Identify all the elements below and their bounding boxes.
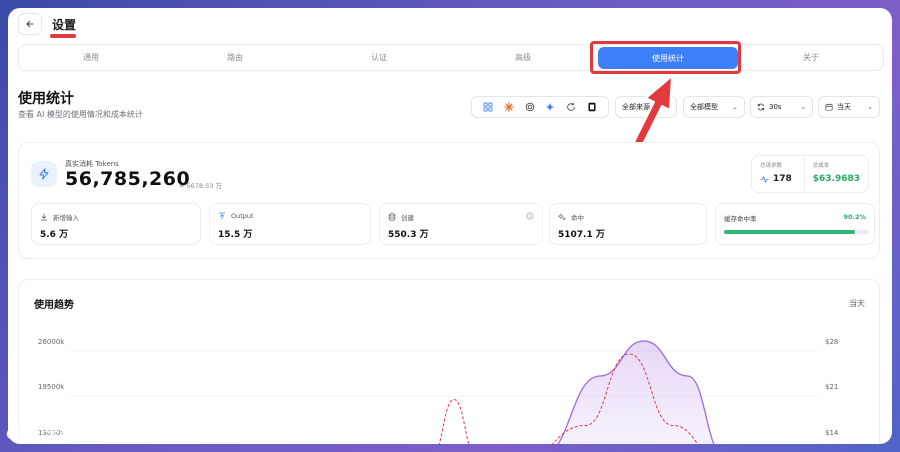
cache-hit-card: 缓存命中率 90.2% [715,203,875,245]
totals-box: 总请求数 178 总成本 $63.9683 [751,155,869,193]
page-title: 使用统计 [18,91,74,107]
header: 设置 [8,8,892,44]
download-icon [40,213,48,221]
stat-label-input: 新增输入 [40,212,79,222]
refresh-interval-value: 30s [769,103,782,111]
chevron-down-icon: ⌄ [800,103,806,111]
tokens-value: 56,785,260 [65,168,191,190]
stat-value-output: 15.5 万 [218,230,253,240]
stat-label-input-text: 新增输入 [53,214,79,222]
stat-label-created: 创建 [388,212,414,222]
refresh-interval-select[interactable]: 30s ⌄ [750,96,813,118]
tab-general[interactable]: 通用 [19,45,163,70]
usage-trend-chart: 26000k19500k13000k$28$21$14 [38,338,839,444]
y-left-tick: 19500k [38,383,65,391]
refresh-interval-label: 30s [757,103,782,111]
tab-routing[interactable]: 路由 [163,45,307,70]
stat-value-created: 550.3 万 [388,230,429,240]
refresh-circle-icon[interactable] [565,101,577,113]
total-cost: 总成本 $63.9683 [803,156,868,192]
stat-value-hit: 5107.1 万 [558,230,605,240]
y-right-tick: $28 [825,338,838,346]
cache-hit-fill [724,230,855,234]
back-button[interactable] [18,13,42,35]
stat-label-created-text: 创建 [401,214,414,222]
title-underline-annotation [50,34,76,38]
spiral-icon[interactable] [524,101,536,113]
activity-icon [760,175,769,183]
page-subtitle: 查看 AI 模型的使用情况和成本统计 [18,110,143,119]
stat-label-output: Output [218,212,254,220]
page-header-title: 设置 [52,18,77,32]
sparkle-icon[interactable] [544,101,556,113]
usage-trend-card: 26000k 19500k 13000k $28 $21 $14 使用趋势 当天 [18,279,880,444]
tab-usage-stats[interactable]: 使用统计 [598,47,738,69]
model-select[interactable]: 全部模型 ⌄ [683,96,745,118]
date-range-value: 当天 [837,103,851,111]
total-requests-value: 178 [773,174,792,184]
settings-window: 设置 通用 路由 认证 高级 关于 使用统计 使用统计 查看 AI 模型的使用情… [8,8,892,444]
watermark-logo-icon [6,428,41,440]
cache-hit-track [724,230,869,234]
stat-card-hit: 命中 5107.1 万 [549,203,707,245]
stat-card-created: 创建 550.3 万 [379,203,543,245]
upload-icon [218,212,226,220]
info-icon[interactable] [526,212,534,220]
chevron-down-icon: ⌄ [732,103,738,111]
lightning-icon [39,168,49,180]
arrow-left-icon [26,20,34,28]
bolt-badge [31,161,57,187]
cache-hit-label: 缓存命中率 [724,215,757,223]
tab-advanced[interactable]: 高级 [451,45,595,70]
date-range-select[interactable]: 当天 ⌄ [818,96,880,118]
square-app-icon[interactable] [586,101,598,113]
arrow-annotation-icon [633,75,673,147]
sparkles-icon [558,213,566,221]
sun-icon[interactable] [503,101,515,113]
stat-value-input: 5.6 万 [40,230,69,240]
total-requests: 总请求数 178 [752,156,804,192]
calendar-icon [825,103,833,111]
watermark: 大数跨境 [6,424,105,444]
date-range-label: 当天 [825,102,851,112]
total-cost-label: 总成本 [812,163,830,169]
tab-about[interactable]: 关于 [739,45,883,70]
cache-hit-value: 90.2% [843,213,866,221]
y-right-tick: $14 [825,429,839,437]
watermark-text: 大数跨境 [45,427,105,443]
chart-range-label: 当天 [849,299,865,308]
total-cost-value: $63.9683 [812,174,860,184]
chart-title: 使用趋势 [34,300,74,311]
tokens-line [557,340,715,444]
stat-card-input: 新增输入 5.6 万 [31,203,201,245]
usage-summary-card: 真实消耗 Tokens 56,785,260 ≈ 5678.53 万 总请求数 … [18,142,880,259]
stat-label-hit: 命中 [558,212,584,222]
grid-icon[interactable] [482,101,494,113]
stat-label-hit-text: 命中 [571,214,584,222]
tokens-approx: ≈ 5678.53 万 [179,182,222,190]
y-left-tick: 26000k [38,338,65,346]
database-icon [388,213,396,221]
total-requests-label: 总请求数 [760,163,783,169]
y-right-tick: $21 [825,383,838,391]
provider-filter-group [471,96,609,118]
model-select-value: 全部模型 [690,103,718,111]
total-requests-value-row: 178 [760,174,796,184]
settings-tabs: 通用 路由 认证 高级 关于 [18,44,884,71]
stat-card-output: Output 15.5 万 [209,203,371,245]
chevron-down-icon: ⌄ [867,103,873,111]
refresh-icon [757,103,765,111]
tab-auth[interactable]: 认证 [307,45,451,70]
stat-label-output-text: Output [231,212,254,220]
